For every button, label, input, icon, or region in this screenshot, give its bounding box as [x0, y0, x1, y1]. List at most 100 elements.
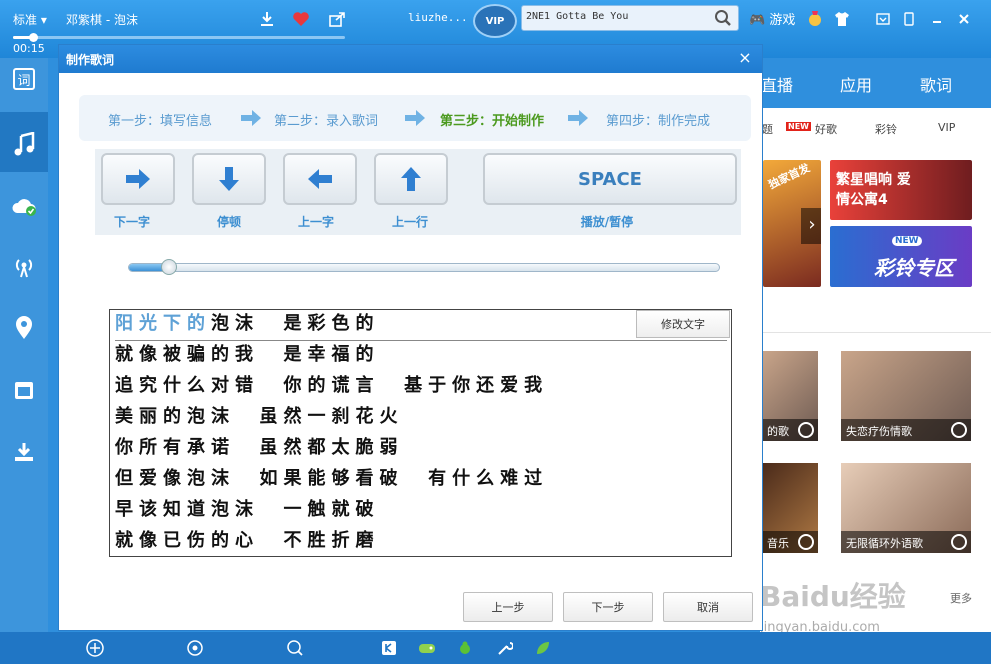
game-label: 游戏: [769, 13, 796, 28]
playback-slider[interactable]: [128, 259, 720, 275]
search-icon[interactable]: [714, 9, 732, 27]
music-note-icon[interactable]: [10, 130, 38, 158]
lyric-toggle-button[interactable]: 词: [13, 68, 35, 90]
lyric-line[interactable]: 你所有承诺 虽然都太脆弱: [115, 434, 727, 465]
skin-icon[interactable]: [833, 10, 851, 28]
play-circle-icon[interactable]: [798, 422, 814, 438]
step-3-active: 第三步：开始制作: [440, 114, 545, 129]
pause-button[interactable]: [192, 153, 266, 205]
calendar-icon[interactable]: [10, 376, 38, 404]
username[interactable]: liuzhe...: [408, 11, 468, 24]
tools-icon[interactable]: [496, 639, 514, 657]
play-pause-label: 播放/暂停: [580, 215, 634, 229]
promo-banner-apartment[interactable]: 繁星唱响 爱情公寓4: [830, 160, 972, 220]
more-link[interactable]: 更多: [950, 590, 972, 606]
dialog-title: 制作歌词: [66, 53, 115, 67]
playlist-card[interactable]: 失恋疗伤情歌: [841, 351, 971, 441]
song-progress-bar[interactable]: [13, 33, 345, 42]
minimize-icon[interactable]: [928, 10, 946, 28]
prev-line-label: 上一行: [391, 215, 428, 229]
search-input[interactable]: 2NE1 Gotta Be You: [521, 5, 739, 31]
promo-banner-exclusive[interactable]: 独家首发 ›: [763, 160, 821, 287]
carousel-next-icon[interactable]: ›: [801, 208, 821, 244]
sub-tab-ringtones[interactable]: 彩铃: [875, 121, 897, 137]
close-icon[interactable]: ×: [736, 49, 754, 67]
gamepad-icon: 🎮: [749, 13, 766, 28]
leaf-icon[interactable]: [534, 639, 552, 657]
wizard-steps: 第一步：填写信息 第二步：录入歌词 第三步：开始制作 第四步：制作完成: [79, 95, 751, 141]
arrow-right-icon: [241, 110, 261, 126]
space-key-label: SPACE: [578, 168, 642, 190]
locate-icon[interactable]: [186, 639, 204, 657]
right-content-panel: 题 NEW 好歌 彩铃 VIP 独家首发 › 繁星唱响 爱情公寓4 NEW 彩铃…: [760, 108, 991, 632]
promo-side-text: 独家首发: [766, 161, 812, 192]
playback-slider-knob[interactable]: [160, 259, 177, 275]
arrow-down-icon: [219, 167, 239, 191]
playlist-card[interactable]: 的歌: [762, 351, 818, 441]
sub-tab-topic[interactable]: 题: [762, 121, 773, 137]
prev-line-button[interactable]: [374, 153, 448, 205]
nav-tab-lyrics[interactable]: 歌词: [920, 72, 952, 96]
lyric-line[interactable]: 美丽的泡沫 虽然一刹花火: [115, 403, 727, 434]
promo-1-text: 繁星唱响 爱情公寓4: [836, 172, 911, 208]
lyric-line[interactable]: 就像被骗的我 是幸福的: [115, 341, 727, 372]
arrow-up-icon: [401, 167, 421, 191]
now-playing-title: 邓紫棋 - 泡沫: [66, 13, 138, 27]
lyric-line[interactable]: 就像已伤的心 不胜折磨: [115, 527, 727, 558]
lyric-editor[interactable]: 阳光下的泡沫 是彩色的 就像被骗的我 是幸福的 追究什么对错 你的谎言 基于你还…: [109, 309, 732, 557]
promo-banner-ringtone[interactable]: NEW 彩铃专区: [830, 226, 972, 287]
prev-char-label: 上一字: [297, 215, 334, 229]
make-lyrics-dialog: 制作歌词 × 第一步：填写信息 第二步：录入歌词 第三步：开始制作 第四步：制作…: [58, 44, 763, 631]
nav-tab-live[interactable]: 直播: [761, 72, 793, 96]
edit-text-button[interactable]: 修改文字: [636, 310, 730, 338]
next-char-button[interactable]: [101, 153, 175, 205]
lyric-line[interactable]: 早该知道泡沫 一触就破: [115, 496, 727, 527]
lyric-toggle-label: 词: [17, 73, 31, 89]
search-icon[interactable]: [286, 639, 304, 657]
game-link[interactable]: 🎮 游戏: [749, 9, 795, 28]
next-step-button[interactable]: 下一步: [563, 592, 653, 622]
sub-tab-vip[interactable]: VIP: [938, 121, 955, 134]
lyric-line[interactable]: 但爱像泡沫 如果能够看破 有什么难过: [115, 465, 727, 496]
radio-icon[interactable]: [10, 253, 38, 281]
download-manager-icon[interactable]: [10, 438, 38, 466]
add-icon[interactable]: [86, 639, 104, 657]
nav-tab-apps[interactable]: 应用: [840, 72, 872, 96]
play-circle-icon[interactable]: [951, 534, 967, 550]
new-badge: NEW: [786, 122, 811, 131]
vip-avatar-badge[interactable]: VIP: [473, 4, 517, 38]
playlist-card[interactable]: 无限循环外语歌: [841, 463, 971, 553]
cloud-icon[interactable]: [10, 192, 38, 220]
quality-selector[interactable]: 标准 ▾: [13, 11, 47, 28]
heart-icon[interactable]: [292, 10, 310, 28]
song-progress-knob[interactable]: [28, 33, 38, 42]
bottom-bar: [0, 632, 991, 664]
space-play-pause-button[interactable]: SPACE: [483, 153, 737, 205]
current-time: 00:15: [13, 42, 45, 55]
gamepad-icon[interactable]: [418, 639, 436, 657]
download-icon[interactable]: [258, 10, 276, 28]
lyric-done-segment: 阳光下的: [115, 313, 211, 334]
cancel-button[interactable]: 取消: [663, 592, 753, 622]
kugou-icon[interactable]: [380, 639, 398, 657]
watermark-logo: Baidu经验: [760, 580, 906, 613]
share-icon[interactable]: [328, 10, 346, 28]
bug-icon[interactable]: [456, 639, 474, 657]
playlist-card[interactable]: 音乐: [762, 463, 818, 553]
prev-step-button[interactable]: 上一步: [463, 592, 553, 622]
location-icon[interactable]: [10, 314, 38, 342]
play-circle-icon[interactable]: [951, 422, 967, 438]
arrow-right-icon: [126, 169, 150, 189]
dialog-titlebar: 制作歌词 ×: [59, 45, 762, 73]
play-circle-icon[interactable]: [798, 534, 814, 550]
prev-char-button[interactable]: [283, 153, 357, 205]
step-1: 第一步：填写信息: [108, 114, 213, 129]
close-icon[interactable]: [955, 10, 973, 28]
lyric-line[interactable]: 追究什么对错 你的谎言 基于你还爱我: [115, 372, 727, 403]
arrow-right-icon: [405, 110, 425, 126]
medal-icon[interactable]: [806, 10, 824, 28]
mobile-icon[interactable]: [900, 10, 918, 28]
mini-mode-icon[interactable]: [874, 10, 892, 28]
sub-tab-good-songs[interactable]: 好歌: [815, 121, 837, 137]
vip-label: VIP: [485, 15, 505, 27]
